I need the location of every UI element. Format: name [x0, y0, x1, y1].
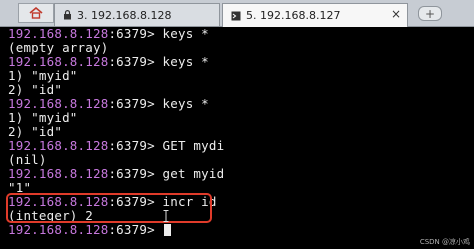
- terminal-prompt-line[interactable]: 192.168.8.128:6379>: [8, 223, 171, 237]
- terminal-line: 2) "id": [8, 82, 63, 97]
- terminal-line: 192.168.8.128:6379> GET mydi: [8, 138, 225, 153]
- terminal-line: 192.168.8.128:6379> keys *: [8, 26, 209, 41]
- lock-icon: [63, 10, 72, 20]
- terminal-line: (empty array): [8, 40, 109, 55]
- text-cursor: [163, 224, 171, 236]
- terminal-icon: [231, 11, 241, 21]
- home-icon: [29, 7, 43, 19]
- watermark: CSDN @凉小鸡: [419, 238, 470, 246]
- terminal-line: 192.168.8.128:6379> keys *: [8, 96, 209, 111]
- tab-title: 5. 192.168.8.127: [246, 9, 341, 22]
- tab-session-5[interactable]: 5. 192.168.8.127 ×: [222, 3, 408, 27]
- terminal-line: 1) "myid": [8, 68, 78, 83]
- tab-session-3[interactable]: 3. 192.168.8.128: [54, 3, 220, 26]
- terminal-output[interactable]: 192.168.8.128:6379> keys * (empty array)…: [0, 27, 474, 249]
- new-tab-button[interactable]: +: [418, 6, 442, 21]
- terminal-line: 192.168.8.128:6379> get myid: [8, 166, 225, 181]
- close-tab-button[interactable]: ×: [391, 7, 401, 21]
- terminal-line: 192.168.8.128:6379> keys *: [8, 54, 209, 69]
- plus-icon: +: [424, 6, 436, 21]
- mouse-ibeam-icon: [163, 210, 171, 222]
- home-button[interactable]: [18, 3, 54, 23]
- highlight-annotation-box: [6, 193, 212, 223]
- tab-title: 3. 192.168.8.128: [77, 8, 172, 22]
- terminal-line: 2) "id": [8, 124, 63, 139]
- terminal-line: 1) "myid": [8, 110, 78, 125]
- tab-bar: 3. 192.168.8.128 5. 192.168.8.127 × +: [0, 0, 474, 27]
- terminal-line: (nil): [8, 152, 47, 167]
